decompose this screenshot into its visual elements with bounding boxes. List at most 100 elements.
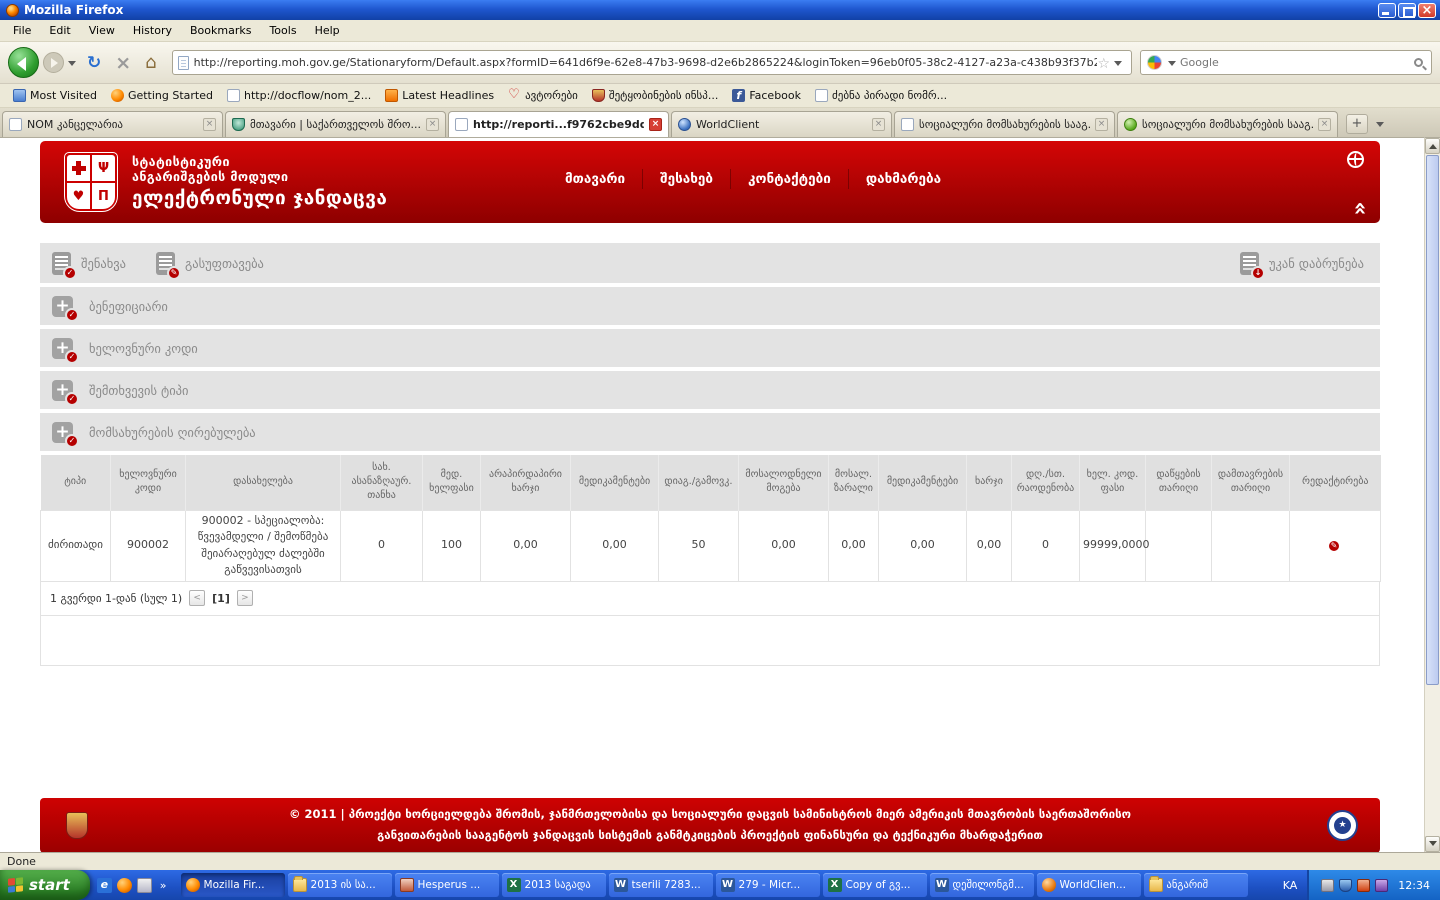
tab-mtavari[interactable]: მთავარი | საქართველოს შრო...: [225, 111, 446, 137]
close-button[interactable]: [1418, 3, 1436, 18]
home-icon[interactable]: [145, 52, 156, 73]
menu-view[interactable]: View: [80, 21, 124, 40]
url-bar[interactable]: [172, 50, 1132, 75]
internet-explorer-icon[interactable]: [97, 878, 112, 893]
accordion-case-type[interactable]: შემთხვევის ტიპი: [40, 371, 1380, 409]
restore-button[interactable]: [1398, 3, 1416, 18]
bookmark-facebook[interactable]: Facebook: [725, 87, 808, 104]
bookmark-most-visited[interactable]: Most Visited: [6, 87, 104, 104]
close-icon[interactable]: [1095, 118, 1108, 131]
tab-worldclient[interactable]: WorldClient: [671, 111, 892, 137]
stop-icon[interactable]: [115, 52, 131, 74]
refresh-icon[interactable]: [87, 53, 101, 73]
current-page-indicator[interactable]: [1]: [212, 592, 230, 605]
scroll-up-button[interactable]: [1425, 138, 1440, 154]
nav-home[interactable]: მთავარი: [548, 169, 642, 189]
task-word-tserili[interactable]: tserili 7283...: [609, 873, 713, 897]
task-excel-2013[interactable]: 2013 საგადა: [502, 873, 606, 897]
save-button[interactable]: შენახვა: [52, 252, 126, 275]
menu-bar: File Edit View History Bookmarks Tools H…: [0, 20, 1440, 42]
task-word-279[interactable]: 279 - Micr...: [716, 873, 820, 897]
list-all-tabs-button[interactable]: [1372, 114, 1388, 134]
tray-usb-icon[interactable]: [1357, 879, 1370, 892]
bookmark-latest-headlines[interactable]: Latest Headlines: [378, 87, 501, 104]
bookmark-label: Facebook: [749, 89, 801, 102]
bookmark-docflow[interactable]: http://docflow/nom_2...: [220, 87, 378, 104]
menu-edit[interactable]: Edit: [40, 21, 79, 40]
accordion-beneficiary[interactable]: ბენეფიციარი: [40, 287, 1380, 325]
minimize-button[interactable]: [1378, 3, 1396, 18]
empty-content-strip: [40, 616, 1380, 666]
firefox-icon: [111, 89, 124, 102]
excel-icon: [507, 878, 521, 892]
tray-device-icon[interactable]: [1321, 879, 1334, 892]
close-icon[interactable]: [1318, 118, 1331, 131]
task-hesperus[interactable]: Hesperus ...: [395, 873, 499, 897]
search-engine-dropdown-icon[interactable]: [1168, 61, 1176, 70]
forward-button[interactable]: [43, 52, 64, 73]
tray-antivirus-icon[interactable]: [1339, 879, 1352, 892]
close-icon[interactable]: [649, 118, 662, 131]
go-back-button[interactable]: უკან დაბრუნება: [1240, 252, 1364, 275]
firefox-icon[interactable]: [117, 878, 132, 893]
vertical-scrollbar[interactable]: [1424, 137, 1440, 852]
task-word-doc[interactable]: დეშილონგმ...: [930, 873, 1034, 897]
column-header: არაპირდაპირი ხარჯი: [481, 455, 571, 510]
emblem-icon: [592, 89, 605, 102]
bookmark-star-icon[interactable]: [1097, 53, 1110, 72]
scroll-down-button[interactable]: [1425, 836, 1440, 852]
mail-app-icon[interactable]: [137, 878, 152, 893]
nav-about[interactable]: შესახებ: [642, 169, 730, 189]
heart-icon: ♥: [67, 183, 90, 209]
bookmark-getting-started[interactable]: Getting Started: [104, 87, 220, 104]
url-input[interactable]: [194, 56, 1098, 69]
nav-help[interactable]: დახმარება: [848, 169, 958, 189]
collapse-header-icon[interactable]: [1347, 201, 1372, 215]
page-icon: [227, 89, 240, 102]
scrollbar-thumb[interactable]: [1426, 155, 1439, 685]
favicon-page-icon: [178, 56, 189, 70]
back-button[interactable]: [8, 47, 39, 78]
menu-file[interactable]: File: [4, 21, 40, 40]
bookmark-authors[interactable]: ავტორები: [501, 87, 585, 104]
menu-help[interactable]: Help: [306, 21, 349, 40]
next-page-button[interactable]: >: [237, 590, 253, 606]
bookmark-personal-number-search[interactable]: ძებნა პირადი ნომრ...: [808, 87, 954, 104]
close-icon[interactable]: [872, 118, 885, 131]
history-dropdown-icon[interactable]: [68, 61, 76, 70]
new-tab-button[interactable]: [1346, 114, 1368, 134]
task-mozilla-firefox[interactable]: Mozilla Fir...: [181, 873, 285, 897]
check-badge-icon: [65, 350, 79, 364]
url-dropdown-icon[interactable]: [1114, 61, 1122, 70]
caduceus-icon: Ψ: [92, 155, 115, 181]
tab-nom-kancelaria[interactable]: NOM კანცელარია: [2, 111, 223, 137]
accordion-artificial-code[interactable]: ხელოვნური კოდი: [40, 329, 1380, 367]
task-folder-angarish[interactable]: ანგარიშ: [1144, 873, 1248, 897]
table-cell: 900002: [111, 510, 186, 581]
accordion-service-cost[interactable]: მომსახურების ღირებულება: [40, 413, 1380, 451]
menu-history[interactable]: History: [124, 21, 181, 40]
task-worldclient[interactable]: WorldClien...: [1037, 873, 1141, 897]
task-label: Mozilla Fir...: [204, 879, 265, 891]
language-indicator[interactable]: KA: [1273, 879, 1308, 892]
previous-page-button[interactable]: <: [189, 590, 205, 606]
tab-reporting-active[interactable]: http://reporti...f9762cbe9dde#: [448, 111, 669, 137]
tab-social-service-2[interactable]: სოციალური მომსახურების სააგ...: [1117, 111, 1338, 137]
close-icon[interactable]: [426, 118, 439, 131]
globe-icon[interactable]: [1347, 151, 1364, 168]
menu-bookmarks[interactable]: Bookmarks: [181, 21, 260, 40]
task-excel-copy[interactable]: Copy of გვ...: [823, 873, 927, 897]
quick-launch-overflow-icon[interactable]: [157, 879, 170, 892]
search-bar[interactable]: [1140, 50, 1432, 75]
tray-app-icon[interactable]: [1375, 879, 1388, 892]
clear-button[interactable]: გასუფთავება: [156, 252, 264, 275]
search-input[interactable]: [1180, 56, 1414, 69]
search-icon[interactable]: [1414, 58, 1423, 67]
close-icon[interactable]: [203, 118, 216, 131]
menu-tools[interactable]: Tools: [260, 21, 305, 40]
tab-social-service-1[interactable]: სოციალური მომსახურების სააგ...: [894, 111, 1115, 137]
bookmark-notifications[interactable]: შეტყობინების ინსპ...: [585, 87, 725, 104]
task-folder-2013[interactable]: 2013 ის სა...: [288, 873, 392, 897]
start-button[interactable]: start: [0, 870, 90, 900]
nav-contacts[interactable]: კონტაქტები: [730, 169, 848, 189]
